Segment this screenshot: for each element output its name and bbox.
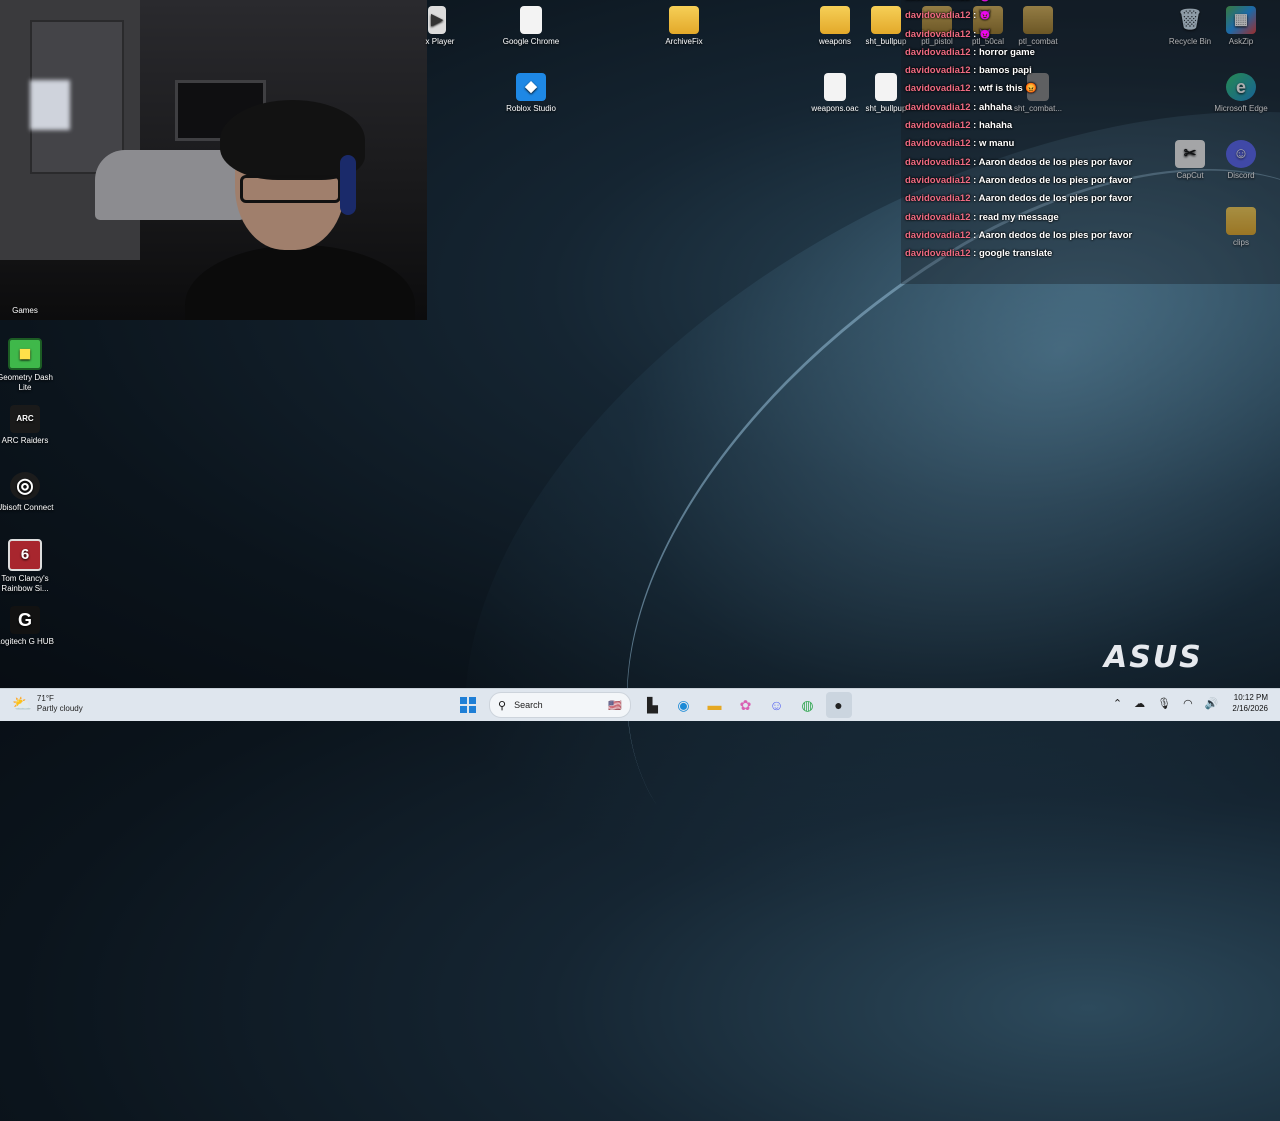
edge-icon: ◉: [677, 696, 690, 713]
desktop-icon-label: x Player: [425, 37, 455, 46]
folder-icon: [871, 6, 901, 34]
discord-taskbar-button[interactable]: ☺: [764, 692, 790, 718]
chat-message: davidovadia12 : Aaron dedos de los pies …: [905, 193, 1133, 205]
windows-icon: [459, 697, 476, 713]
weather-desc: Partly cloudy: [36, 704, 83, 713]
chat-message: davidovadia12 : ahhaha: [905, 101, 1013, 113]
file-icon: [520, 6, 542, 34]
chrome-icon: ◍: [801, 696, 814, 713]
desktop-icon-label: Roblox Studio: [506, 104, 556, 113]
file-icon: [824, 73, 846, 101]
desktop-icon-logitech[interactable]: G Logitech G HUB: [0, 606, 55, 647]
taskbar: ⛅ 71°F Partly cloudy ⚲ Search 🇺🇸 ▙ ◉ ▬ ✿…: [0, 688, 1280, 721]
asus-logo: ASUS: [1104, 640, 1203, 675]
desktop-icon-ubisoft[interactable]: ◎ Ubisoft Connect: [0, 472, 55, 513]
file-icon: [875, 73, 897, 101]
volume-icon[interactable]: 🔊: [1205, 697, 1219, 710]
chat-message: davidovadia12 : 😈: [905, 28, 991, 40]
arc-raiders-icon: ARC: [10, 405, 40, 433]
discord-icon: ☺: [769, 697, 784, 713]
stream-chat-overlay: davidovadia12 : 😈 davidovadia12 : 😈 davi…: [901, 0, 1280, 284]
desktop-icon-label: Games: [12, 306, 38, 315]
taskbar-search[interactable]: ⚲ Search 🇺🇸: [489, 692, 631, 718]
search-placeholder: Search: [514, 700, 543, 710]
system-clock[interactable]: 10:12 PM 2/16/2026: [1232, 692, 1268, 714]
copilot-icon: ✿: [739, 696, 752, 713]
desktop-icon-label: Geometry Dash Lite: [0, 373, 54, 392]
chat-message: davidovadia12 : w manu: [905, 138, 1015, 150]
chevron-up-icon[interactable]: ⌃: [1113, 697, 1122, 710]
desktop-icon-label: Logitech G HUB: [0, 637, 54, 646]
chat-message: davidovadia12 : bamos papi: [905, 65, 1032, 77]
obs-icon: ●: [834, 697, 843, 713]
webcam-overlay: [0, 0, 427, 320]
chat-message: davidovadia12 : horror game: [905, 46, 1035, 58]
weather-widget[interactable]: ⛅ 71°F Partly cloudy: [12, 694, 83, 714]
copilot-button[interactable]: ✿: [733, 692, 759, 718]
chat-message: davidovadia12 : Aaron dedos de los pies …: [905, 229, 1133, 241]
edge-taskbar-button[interactable]: ◉: [671, 692, 697, 718]
obs-taskbar-button[interactable]: ●: [825, 692, 852, 718]
desktop-icon-label: ARC Raiders: [1, 436, 49, 445]
desktop-icon-games[interactable]: Games: [0, 306, 55, 316]
cloud-icon[interactable]: ☁: [1134, 697, 1145, 710]
roblox-studio-icon: ◆: [516, 73, 546, 101]
folder-icon: [820, 6, 850, 34]
desktop-icon-rainbow-six[interactable]: 6 Tom Clancy's Rainbow Si...: [0, 539, 55, 594]
geometry-dash-icon: ◼: [8, 338, 42, 370]
desktop-icon-roblox-studio[interactable]: ◆ Roblox Studio: [501, 73, 561, 114]
desktop-icon-label: ArchiveFix: [665, 37, 703, 46]
chat-message: davidovadia12 : 😈: [905, 10, 991, 22]
task-view-button[interactable]: ▙: [640, 692, 666, 718]
chat-message: davidovadia12 : google translate: [905, 248, 1053, 260]
chat-message: davidovadia12 : Aaron dedos de los pies …: [905, 174, 1133, 186]
logitech-icon: G: [10, 606, 40, 634]
rainbow-six-icon: 6: [8, 539, 42, 571]
file-explorer-button[interactable]: ▬: [702, 692, 728, 718]
search-icon: ⚲: [498, 699, 507, 712]
desktop-icon-google-chrome[interactable]: Google Chrome: [501, 6, 561, 47]
desktop-icon-player[interactable]: ▶ x Player: [410, 6, 470, 47]
folder-icon: [669, 6, 699, 34]
start-button[interactable]: [455, 692, 481, 718]
desktop-icon-label: Tom Clancy's Rainbow Si...: [1, 574, 49, 593]
desktop-icon-label: Ubisoft Connect: [0, 503, 54, 512]
chat-message: davidovadia12 : hahaha: [905, 120, 1013, 132]
chat-message: davidovadia12 : Aaron dedos de los pies …: [905, 156, 1133, 168]
desktop-icon-geometry-dash[interactable]: ◼ Geometry Dash Lite: [0, 338, 55, 393]
partly-cloudy-icon: ⛅: [12, 696, 32, 713]
wifi-icon[interactable]: ◠: [1183, 697, 1193, 710]
weather-temp: 71°F: [36, 694, 54, 703]
task-view-icon: ▙: [647, 696, 658, 713]
folder-icon: ▬: [707, 697, 722, 713]
ubisoft-icon: ◎: [10, 472, 40, 500]
chat-message: davidovadia12 : 😈: [901, 0, 1280, 7]
player-icon: ▶: [428, 6, 446, 34]
microphone-icon[interactable]: 🎙: [1157, 697, 1171, 710]
desktop-icon-archivefix[interactable]: ArchiveFix: [654, 6, 714, 47]
desktop-icon-arc-raiders[interactable]: ARC ARC Raiders: [0, 405, 55, 446]
clock-date: 2/16/2026: [1232, 704, 1268, 713]
chrome-taskbar-button[interactable]: ◍: [795, 692, 821, 718]
chat-message: davidovadia12 : read my message: [905, 211, 1059, 223]
clock-time: 10:12 PM: [1233, 693, 1268, 702]
desktop-icon-label: Google Chrome: [502, 37, 560, 46]
flag-icon: 🇺🇸: [608, 699, 622, 712]
chat-message: davidovadia12 : wtf is this 😡: [905, 83, 1038, 95]
